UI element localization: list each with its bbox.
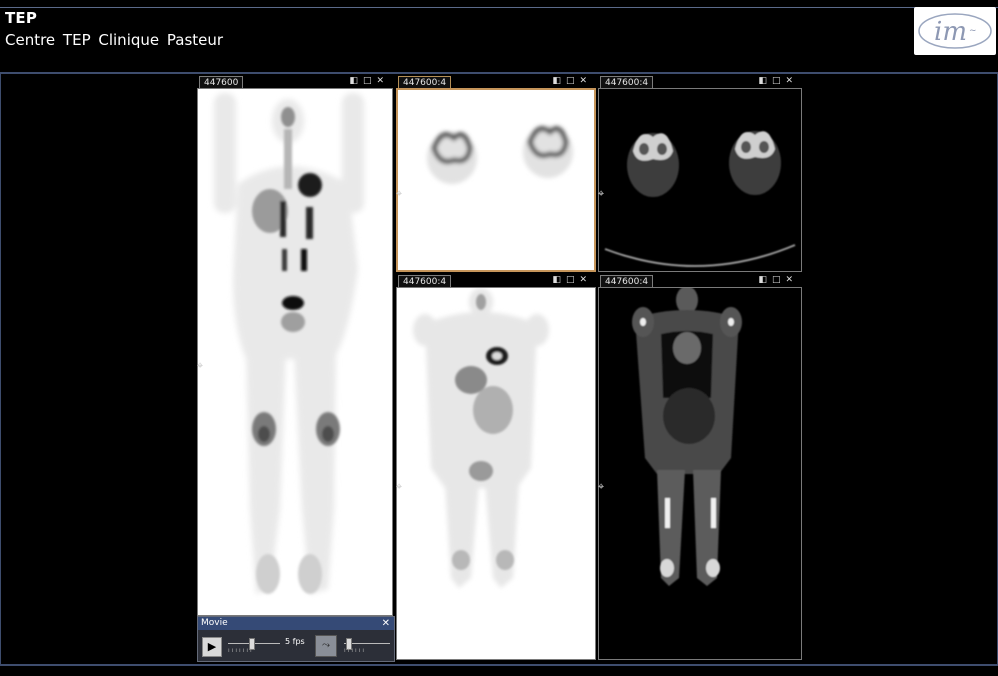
viewport-image[interactable]	[396, 287, 596, 660]
play-button[interactable]: ▶	[202, 637, 222, 657]
ct-coronal-image	[632, 288, 742, 586]
viewport-mip[interactable]: 447600 ◧□✕ ⌖	[197, 75, 393, 616]
app-title: TEP	[5, 9, 38, 27]
maximize-icon[interactable]: □	[772, 76, 786, 86]
pet-coronal-image	[413, 288, 549, 588]
close-icon[interactable]: ✕	[376, 76, 389, 86]
close-icon[interactable]: ✕	[785, 275, 798, 285]
viewport-header: 447600 ◧□✕	[197, 75, 393, 89]
layout-icon[interactable]: ◧	[349, 76, 363, 86]
movie-panel: Movie ✕ ▶ ııııııı 5 fps ⤳ ıııııı	[197, 616, 395, 662]
viewport-header: 447600:4 ◧□✕	[598, 274, 802, 288]
pet-mip-image	[214, 93, 364, 594]
maximize-icon[interactable]: □	[566, 76, 580, 86]
crosshair-cursor-icon: ⌖	[396, 187, 403, 200]
crosshair-cursor-icon: ⌖	[598, 187, 605, 200]
loop-mode-icon[interactable]: ⤳	[315, 635, 337, 657]
top-divider	[0, 7, 998, 8]
close-icon[interactable]: ✕	[382, 617, 390, 630]
speed-slider-ticks: ııııııı	[228, 647, 254, 654]
close-icon[interactable]: ✕	[579, 76, 592, 86]
svg-text:im: im	[934, 17, 967, 47]
viewport-pet-coronal[interactable]: 447600:4 ◧□✕ ⌖	[396, 274, 596, 660]
movie-panel-header: Movie ✕	[198, 617, 394, 630]
svg-text:~: ~	[969, 26, 977, 36]
brand-logo: im ~ im	[914, 7, 996, 55]
viewport-header: 447600:4 ◧□✕	[598, 75, 802, 89]
app-subtitle: Centre TEP Clinique Pasteur	[5, 31, 224, 49]
viewport-pet-axial[interactable]: 447600:4 ◧□✕ ⌖	[396, 75, 596, 272]
movie-panel-title: Movie	[201, 618, 228, 628]
crosshair-cursor-icon: ⌖	[197, 359, 204, 372]
layout-icon[interactable]: ◧	[552, 76, 566, 86]
viewport-image[interactable]	[396, 88, 596, 272]
viewport-image[interactable]	[598, 287, 802, 660]
viewport-header: 447600:4 ◧□✕	[396, 75, 596, 89]
viewport-image[interactable]	[598, 88, 802, 272]
viewport-image[interactable]	[197, 88, 393, 616]
maximize-icon[interactable]: □	[566, 275, 580, 285]
crosshair-cursor-icon: ⌖	[598, 480, 605, 493]
crosshair-cursor-icon: ⌖	[396, 480, 403, 493]
viewport-header: 447600:4 ◧□✕	[396, 274, 596, 288]
layout-icon[interactable]: ◧	[758, 76, 772, 86]
close-icon[interactable]: ✕	[785, 76, 798, 86]
maximize-icon[interactable]: □	[363, 76, 377, 86]
layout-icon[interactable]: ◧	[552, 275, 566, 285]
viewport-ct-axial[interactable]: 447600:4 ◧□✕ ⌖	[598, 75, 802, 272]
fps-label: 5 fps	[285, 637, 305, 646]
pet-axial-image	[427, 126, 573, 184]
workspace-frame-left	[0, 73, 1, 665]
viewport-ct-coronal[interactable]: 447600:4 ◧□✕ ⌖	[598, 274, 802, 660]
maximize-icon[interactable]: □	[772, 275, 786, 285]
ct-axial-image	[604, 131, 796, 268]
workspace-frame-top	[0, 72, 998, 74]
layout-icon[interactable]: ◧	[758, 275, 772, 285]
frame-slider-ticks: ıııııı	[344, 647, 367, 654]
workspace-frame-bottom	[0, 664, 998, 666]
close-icon[interactable]: ✕	[579, 275, 592, 285]
